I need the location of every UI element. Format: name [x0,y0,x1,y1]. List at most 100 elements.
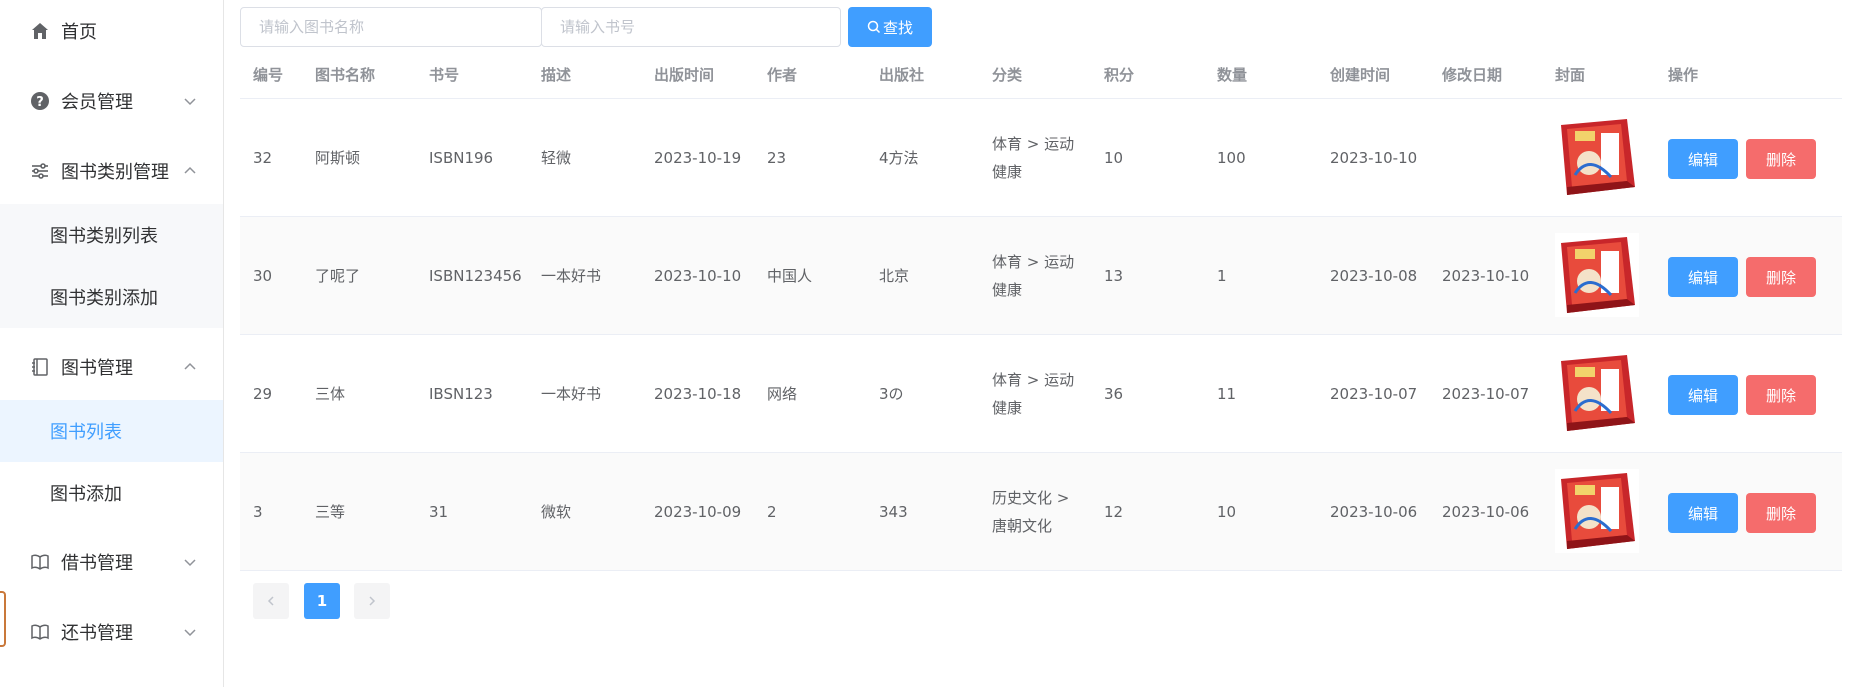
header-id: 编号 [253,66,284,84]
next-page-button[interactable] [354,583,390,619]
cell-points: 36 [1104,384,1124,403]
delete-button[interactable]: 删除 [1746,493,1816,533]
table-row: 3 三等 31 微软 2023-10-09 2 343 历史文化 > 唐朝文化 … [240,453,1842,571]
cell-id: 32 [253,148,273,167]
delete-button[interactable]: 删除 [1746,375,1816,415]
cell-pub-date: 2023-10-09 [654,502,742,521]
delete-button[interactable]: 删除 [1746,139,1816,179]
header-pub-date: 出版时间 [654,66,715,84]
cell-category: 体育 > 运动 健康 [992,335,1074,452]
cell-quantity: 100 [1217,148,1246,167]
book-cover-image[interactable] [1555,351,1639,435]
menu-return-label: 还书管理 [61,623,133,644]
menu-book-label: 图书管理 [61,358,133,379]
delete-button-label: 删除 [1765,504,1796,523]
chevron-left-icon [267,596,274,606]
chevron-up-icon [184,166,196,174]
menu-borrow[interactable]: 借书管理 [0,531,223,593]
edit-button[interactable]: 编辑 [1668,257,1738,297]
chevron-right-icon [369,596,376,606]
submenu-book-list[interactable]: 图书列表 [0,400,223,462]
cell-isbn: ISBN196 [429,148,494,167]
edit-button[interactable]: 编辑 [1668,493,1738,533]
cell-category-line2: 唐朝文化 [992,516,1053,535]
delete-button-label: 删除 [1765,150,1796,169]
header-modified: 修改日期 [1442,66,1503,84]
cell-category-line2: 健康 [992,162,1023,181]
submenu-book-add[interactable]: 图书添加 [0,462,223,524]
table-row: 32 阿斯顿 ISBN196 轻微 2023-10-19 23 4方法 体育 >… [240,99,1842,217]
book-name-search-input[interactable] [240,7,542,47]
chevron-down-icon [184,629,196,637]
submenu-category-list[interactable]: 图书类别列表 [0,204,223,266]
header-desc: 描述 [541,66,572,84]
cell-name: 了呢了 [315,266,361,285]
cell-category-line1: 历史文化 > [992,488,1070,507]
cell-name: 三等 [315,502,346,521]
category-submenu: 图书类别列表 图书类别添加 [0,204,223,328]
book-cover-image[interactable] [1555,469,1639,553]
table-header: 编号 图书名称 书号 描述 出版时间 作者 出版社 分类 积分 数量 创建时间 … [240,52,1842,99]
svg-text:?: ? [36,95,44,110]
header-quantity: 数量 [1217,66,1248,84]
book-cover-image[interactable] [1555,115,1639,199]
cell-publisher: 4方法 [879,148,919,167]
menu-home-label: 首页 [61,22,97,43]
edit-button[interactable]: 编辑 [1668,139,1738,179]
cell-isbn: IBSN123 [429,384,493,403]
cell-created: 2023-10-07 [1330,384,1418,403]
chevron-down-icon [184,98,196,106]
submenu-category-add-label: 图书类别添加 [50,288,158,309]
search-button-label: 查找 [882,18,913,37]
edit-button-label: 编辑 [1687,504,1718,523]
cell-category-line1: 体育 > 运动 [992,134,1075,153]
cell-category-line1: 体育 > 运动 [992,370,1075,389]
open-book-icon [29,551,51,573]
search-icon [867,20,881,34]
cell-desc: 微软 [541,502,572,521]
menu-category[interactable]: 图书类别管理 [0,140,223,202]
book-submenu: 图书列表 图书添加 [0,400,223,524]
menu-book[interactable]: 图书管理 [0,336,223,398]
cell-id: 3 [253,502,263,521]
table-row: 29 三体 IBSN123 一本好书 2023-10-18 网络 3の 体育 >… [240,335,1842,453]
menu-return[interactable]: 还书管理 [0,601,223,663]
header-cover: 封面 [1555,66,1586,84]
submenu-category-list-label: 图书类别列表 [50,226,158,247]
submenu-category-add[interactable]: 图书类别添加 [0,266,223,328]
cell-name: 三体 [315,384,346,403]
cell-modified: 2023-10-07 [1442,384,1530,403]
cell-created: 2023-10-10 [1330,148,1418,167]
cell-modified: 2023-10-10 [1442,266,1530,285]
cell-id: 29 [253,384,273,403]
cell-pub-date: 2023-10-19 [654,148,742,167]
edit-button[interactable]: 编辑 [1668,375,1738,415]
cell-author: 中国人 [767,266,813,285]
menu-home[interactable]: 首页 [0,0,223,62]
notebook-icon [29,356,51,378]
cell-category: 体育 > 运动 健康 [992,217,1074,334]
cell-pub-date: 2023-10-18 [654,384,742,403]
edit-button-label: 编辑 [1687,150,1718,169]
menu-category-label: 图书类别管理 [61,162,169,183]
isbn-search-input[interactable] [541,7,841,47]
edit-button-label: 编辑 [1687,386,1718,405]
chevron-up-icon [184,362,196,370]
search-button[interactable]: 查找 [848,7,932,47]
cell-points: 13 [1104,266,1124,285]
prev-page-button[interactable] [253,583,289,619]
delete-button[interactable]: 删除 [1746,257,1816,297]
menu-member[interactable]: ? 会员管理 [0,70,223,132]
cell-pub-date: 2023-10-10 [654,266,742,285]
page-1-button[interactable]: 1 [304,583,340,619]
open-book-icon [29,621,51,643]
header-publisher: 出版社 [879,66,925,84]
header-isbn: 书号 [429,66,460,84]
header-actions: 操作 [1668,66,1699,84]
cell-points: 12 [1104,502,1124,521]
book-cover-image[interactable] [1555,233,1639,317]
collapse-handle[interactable] [0,591,6,647]
cell-category-line2: 健康 [992,398,1023,417]
cell-id: 30 [253,266,273,285]
cell-created: 2023-10-08 [1330,266,1418,285]
